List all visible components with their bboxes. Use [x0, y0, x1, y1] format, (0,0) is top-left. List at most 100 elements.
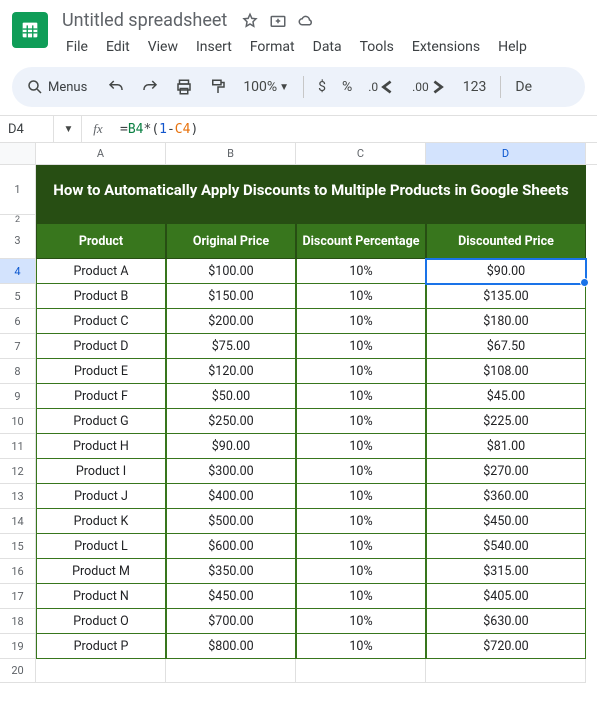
select-all-corner[interactable] [0, 143, 36, 164]
cell-product[interactable]: Product N [36, 584, 166, 609]
cell-original-price[interactable]: $700.00 [166, 609, 296, 634]
cell-original-price[interactable]: $350.00 [166, 559, 296, 584]
cell-original-price[interactable]: $75.00 [166, 334, 296, 359]
sheets-logo[interactable] [12, 12, 48, 48]
name-box[interactable]: D4 [0, 116, 54, 142]
cell-discount-percentage[interactable]: 10% [296, 534, 426, 559]
col-header-c[interactable]: C [296, 143, 426, 164]
row-header[interactable]: 17 [0, 584, 36, 609]
cell-original-price[interactable]: $450.00 [166, 584, 296, 609]
search-menus[interactable]: Menus [20, 72, 97, 102]
cell-discounted-price[interactable]: $405.00 [426, 584, 586, 609]
cell-original-price[interactable]: $50.00 [166, 384, 296, 409]
cell-original-price[interactable]: $600.00 [166, 534, 296, 559]
cell-original-price[interactable]: $500.00 [166, 509, 296, 534]
empty-cell[interactable] [296, 659, 426, 683]
row-header[interactable]: 9 [0, 384, 36, 409]
print-button[interactable] [169, 72, 199, 102]
row-header[interactable]: 10 [0, 409, 36, 434]
cell-discounted-price[interactable]: $45.00 [426, 384, 586, 409]
row-header[interactable]: 14 [0, 509, 36, 534]
cell-product[interactable]: Product I [36, 459, 166, 484]
empty-cell[interactable] [166, 659, 296, 683]
cell-discount-percentage[interactable]: 10% [296, 559, 426, 584]
col-header-b[interactable]: B [166, 143, 296, 164]
sheet-title-cell[interactable]: How to Automatically Apply Discounts to … [36, 165, 586, 215]
cell-product[interactable]: Product P [36, 634, 166, 659]
header-product[interactable]: Product [36, 223, 166, 259]
cell-product[interactable]: Product C [36, 309, 166, 334]
col-header-a[interactable]: A [36, 143, 166, 164]
menu-help[interactable]: Help [490, 35, 535, 59]
cell-discount-percentage[interactable]: 10% [296, 359, 426, 384]
cell-discounted-price[interactable]: $108.00 [426, 359, 586, 384]
cell-product[interactable]: Product G [36, 409, 166, 434]
redo-button[interactable] [135, 72, 165, 102]
cell-discount-percentage[interactable]: 10% [296, 584, 426, 609]
row-header[interactable]: 3 [0, 223, 36, 259]
cell-discounted-price[interactable]: $67.50 [426, 334, 586, 359]
cell-discounted-price[interactable]: $630.00 [426, 609, 586, 634]
cell-product[interactable]: Product K [36, 509, 166, 534]
name-box-dropdown[interactable]: ▼ [54, 116, 82, 142]
cell-discounted-price[interactable]: $81.00 [426, 434, 586, 459]
cell-original-price[interactable]: $200.00 [166, 309, 296, 334]
formula-input[interactable]: =B4*(1-C4) [114, 116, 597, 142]
cell-original-price[interactable]: $250.00 [166, 409, 296, 434]
document-title[interactable]: Untitled spreadsheet [58, 8, 231, 33]
increase-decimal-button[interactable]: .00 [406, 72, 453, 102]
cell-discounted-price[interactable]: $360.00 [426, 484, 586, 509]
cell-original-price[interactable]: $150.00 [166, 284, 296, 309]
cell-discounted-price[interactable]: $720.00 [426, 634, 586, 659]
menu-view[interactable]: View [140, 35, 186, 59]
cell-product[interactable]: Product O [36, 609, 166, 634]
cell-discounted-price[interactable]: $270.00 [426, 459, 586, 484]
cell-discounted-price[interactable]: $450.00 [426, 509, 586, 534]
menu-data[interactable]: Data [305, 35, 350, 59]
row-header[interactable]: 6 [0, 309, 36, 334]
menu-tools[interactable]: Tools [352, 35, 402, 59]
cell-discount-percentage[interactable]: 10% [296, 434, 426, 459]
move-icon[interactable] [269, 12, 287, 30]
col-header-d[interactable]: D [426, 143, 586, 164]
currency-button[interactable]: $ [312, 72, 332, 102]
row-header[interactable]: 20 [0, 659, 36, 683]
cell-product[interactable]: Product A [36, 259, 166, 284]
cell-product[interactable]: Product H [36, 434, 166, 459]
cell-product[interactable]: Product M [36, 559, 166, 584]
cell-product[interactable]: Product F [36, 384, 166, 409]
empty-cell[interactable] [36, 659, 166, 683]
cell-discount-percentage[interactable]: 10% [296, 284, 426, 309]
percent-button[interactable]: % [336, 72, 358, 102]
cell-product[interactable]: Product J [36, 484, 166, 509]
cell-discount-percentage[interactable]: 10% [296, 484, 426, 509]
cell-discount-percentage[interactable]: 10% [296, 609, 426, 634]
cell-discount-percentage[interactable]: 10% [296, 634, 426, 659]
cell-original-price[interactable]: $800.00 [166, 634, 296, 659]
row-header[interactable]: 13 [0, 484, 36, 509]
cell-discount-percentage[interactable]: 10% [296, 334, 426, 359]
header-discount-percentage[interactable]: Discount Percentage [296, 223, 426, 259]
cell-original-price[interactable]: $300.00 [166, 459, 296, 484]
cell-product[interactable]: Product E [36, 359, 166, 384]
menu-file[interactable]: File [58, 35, 96, 59]
row-header[interactable]: 16 [0, 559, 36, 584]
menu-insert[interactable]: Insert [188, 35, 240, 59]
cell-discounted-price[interactable]: $180.00 [426, 309, 586, 334]
cell-discount-percentage[interactable]: 10% [296, 259, 426, 284]
cell-discount-percentage[interactable]: 10% [296, 384, 426, 409]
cell-discounted-price[interactable]: $315.00 [426, 559, 586, 584]
cell-discounted-price[interactable]: $90.00 [426, 259, 586, 284]
zoom-dropdown[interactable]: 100% ▼ [237, 72, 295, 102]
cell-product[interactable]: Product B [36, 284, 166, 309]
row-header[interactable]: 7 [0, 334, 36, 359]
menu-extensions[interactable]: Extensions [404, 35, 488, 59]
cell-discount-percentage[interactable]: 10% [296, 509, 426, 534]
font-dropdown[interactable]: De [509, 72, 538, 102]
cell-original-price[interactable]: $120.00 [166, 359, 296, 384]
cell-original-price[interactable]: $400.00 [166, 484, 296, 509]
row-header[interactable]: 19 [0, 634, 36, 659]
undo-button[interactable] [101, 72, 131, 102]
row-header[interactable]: 18 [0, 609, 36, 634]
cell-discounted-price[interactable]: $540.00 [426, 534, 586, 559]
